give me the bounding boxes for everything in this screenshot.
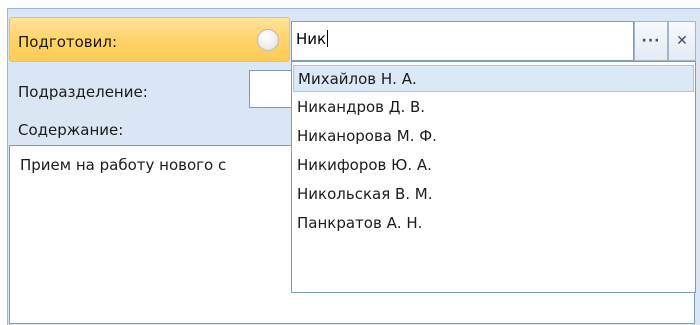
prepared-input[interactable]: Ник xyxy=(291,21,634,61)
screen: Подготовил: Ник ··· ✕ Подразделение: Сод… xyxy=(0,0,700,325)
clear-button[interactable]: ✕ xyxy=(668,21,696,61)
prepared-label: Подготовил: xyxy=(18,33,118,51)
dropdown-item[interactable]: Никандров Д. В. xyxy=(293,94,694,121)
browse-button[interactable]: ··· xyxy=(634,21,668,61)
department-label: Подразделение: xyxy=(18,83,148,101)
dropdown-item[interactable]: Панкратов А. Н. xyxy=(293,210,694,237)
dropdown-item[interactable]: Никольская В. М. xyxy=(293,181,694,208)
dropdown-item[interactable]: Никифоров Ю. А. xyxy=(293,152,694,179)
department-input[interactable] xyxy=(249,70,295,108)
prepared-input-value: Ник xyxy=(296,30,329,48)
content-label: Содержание: xyxy=(18,121,124,139)
autocomplete-dropdown: Михайлов Н. А. Никандров Д. В. Никаноров… xyxy=(291,61,696,293)
text-caret xyxy=(327,30,329,47)
dropdown-item[interactable]: Михайлов Н. А. xyxy=(293,65,694,92)
dropdown-item[interactable]: Никанорова М. Ф. xyxy=(293,123,694,150)
prepared-radio[interactable] xyxy=(257,29,279,51)
content-text: Прием на работу нового с xyxy=(20,156,227,174)
